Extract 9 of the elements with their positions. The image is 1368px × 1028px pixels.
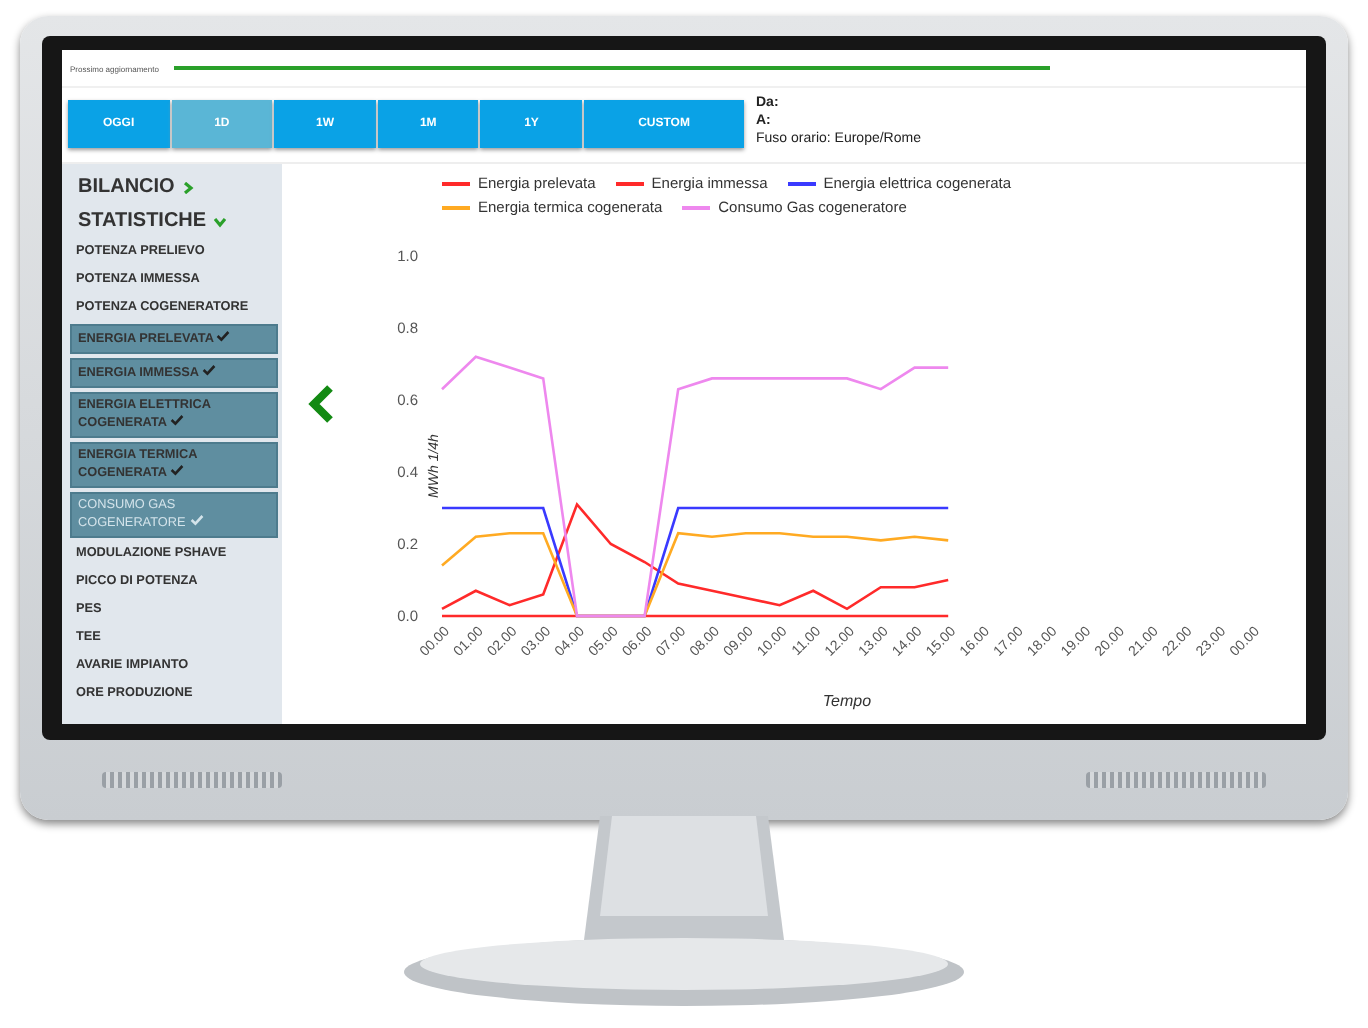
check-icon xyxy=(216,330,231,342)
section-heading[interactable]: STATISTICHE xyxy=(78,210,207,232)
section-heading[interactable]: BILANCIO xyxy=(78,176,175,198)
x-axis-label: Tempo xyxy=(822,692,872,710)
check-icon xyxy=(202,364,217,376)
back-chevron-icon[interactable] xyxy=(308,384,336,424)
check-icon xyxy=(189,514,204,526)
check-icon xyxy=(170,464,185,476)
check-icon xyxy=(170,414,185,426)
